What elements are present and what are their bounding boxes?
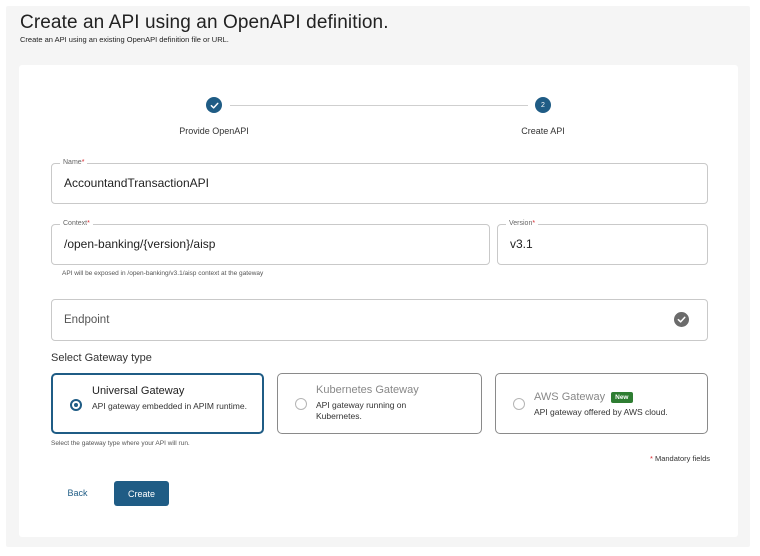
gateway-title-text: AWS Gateway <box>534 391 606 403</box>
version-field[interactable]: Version* v3.1 <box>497 219 708 265</box>
context-field-label: Context* <box>60 219 93 229</box>
gateway-description: API gateway offered by AWS cloud. <box>534 407 668 417</box>
version-field-label: Version* <box>506 219 539 229</box>
mandatory-fields-note: * Mandatory fields <box>649 454 710 463</box>
page-subtitle: Create an API using an existing OpenAPI … <box>20 35 229 44</box>
back-button[interactable]: Back <box>60 483 95 503</box>
check-circle-icon <box>674 312 689 327</box>
endpoint-placeholder: Endpoint <box>64 314 110 326</box>
gateway-section-label: Select Gateway type <box>51 352 152 364</box>
gateway-option-aws[interactable]: AWS Gateway New API gateway offered by AW… <box>495 373 708 434</box>
step-1-label: Provide OpenAPI <box>179 126 249 136</box>
gateway-option-universal[interactable]: Universal Gateway API gateway embedded i… <box>51 373 264 434</box>
version-field-value: v3.1 <box>510 237 533 251</box>
gateway-title: Universal Gateway <box>92 385 185 397</box>
step-2-number: 2 <box>541 101 545 109</box>
gateway-option-kubernetes: Kubernetes Gateway API gateway running o… <box>277 373 482 434</box>
radio-selected-icon[interactable] <box>70 399 82 411</box>
step-2-label: Create API <box>521 126 565 136</box>
context-helper-text: API will be exposed in /open-banking/v3.… <box>62 270 264 277</box>
context-field-value: /open-banking/{version}/aisp <box>64 237 216 251</box>
radio-unselected-icon <box>295 398 307 410</box>
create-button[interactable]: Create <box>114 481 169 506</box>
new-badge: New <box>611 391 633 403</box>
gateway-description: API gateway embedded in APIM runtime. <box>92 401 247 411</box>
check-icon <box>210 102 218 109</box>
gateway-title: AWS Gateway New <box>534 391 633 403</box>
radio-unselected-icon[interactable] <box>513 398 525 410</box>
page-title: Create an API using an OpenAPI definitio… <box>20 12 389 33</box>
endpoint-field[interactable]: Endpoint <box>51 299 708 341</box>
name-field-label: Name* <box>60 158 88 168</box>
name-field-value: AccountandTransactionAPI <box>64 176 209 190</box>
stepper-connector <box>230 105 528 106</box>
context-field[interactable]: Context* /open-banking/{version}/aisp <box>51 219 490 265</box>
gateway-helper-text: Select the gateway type where your API w… <box>51 440 190 447</box>
gateway-title: Kubernetes Gateway <box>316 384 419 396</box>
step-1-indicator <box>206 97 222 113</box>
gateway-description: API gateway running on Kubernetes. <box>316 400 407 421</box>
name-field[interactable]: Name* AccountandTransactionAPI <box>51 158 708 204</box>
step-2-indicator: 2 <box>535 97 551 113</box>
